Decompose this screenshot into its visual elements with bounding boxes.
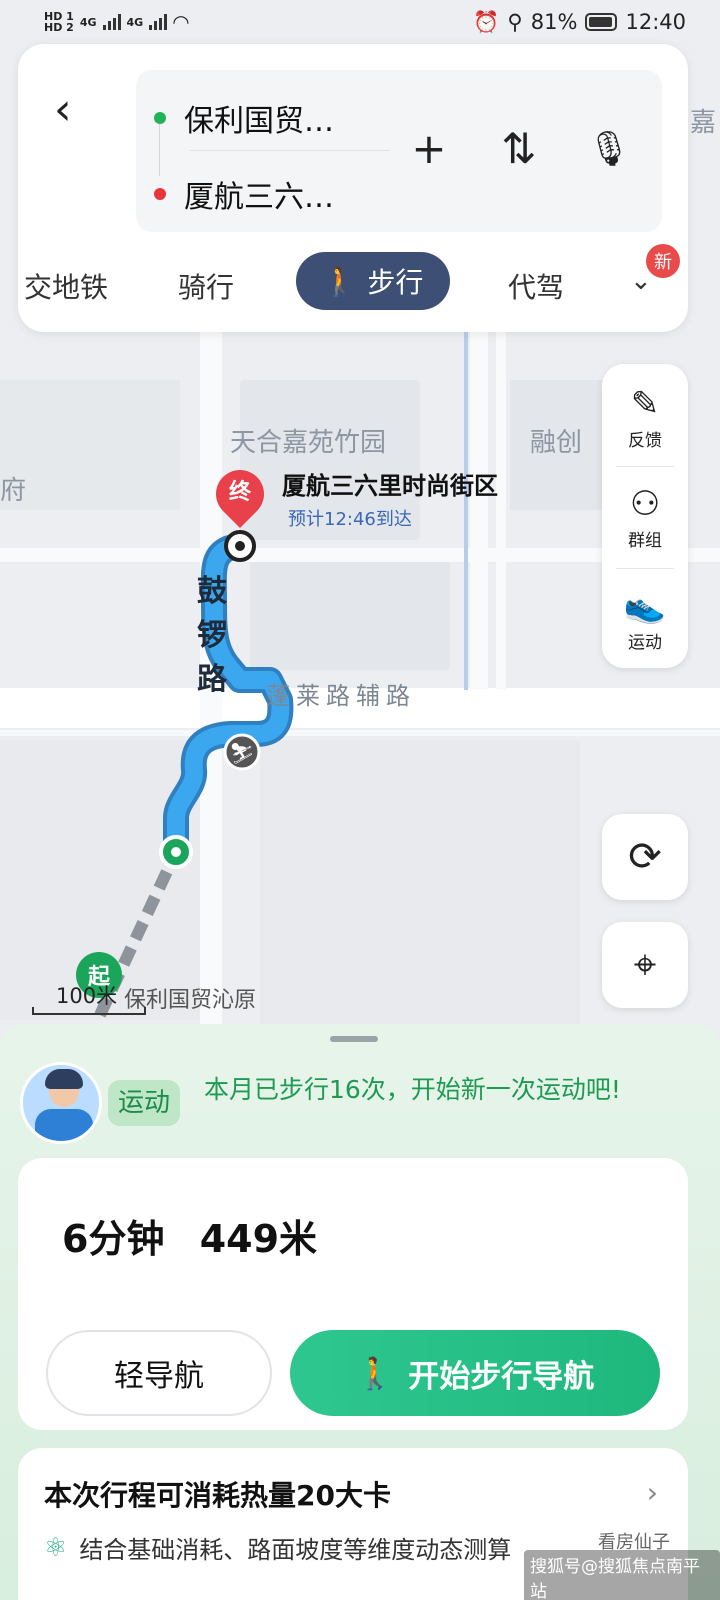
pencil-icon: ✎	[630, 384, 660, 424]
battery-percent: 81%	[530, 10, 578, 34]
origin-text: 保利国贸…	[184, 104, 334, 139]
road-label-vertical: 鼓锣路	[197, 574, 227, 697]
atom-icon: ⚛	[44, 1532, 68, 1563]
location-icon: ⚲	[507, 10, 523, 34]
origin-dot-icon	[154, 112, 166, 124]
locate-icon[interactable]: ⌖	[602, 922, 688, 1008]
trip-duration: 6分钟	[62, 1217, 165, 1261]
scale-label: 100米	[56, 984, 118, 1008]
group-label: 群组	[628, 531, 662, 551]
trip-distance: 449米	[199, 1217, 318, 1261]
destination-field[interactable]: 厦航三六…	[154, 172, 334, 216]
destination-pin-label: 终	[228, 480, 251, 505]
scale-bar	[32, 1007, 146, 1015]
divider	[190, 150, 390, 151]
tab-transit[interactable]: 交地铁	[24, 266, 108, 306]
battery-icon	[585, 13, 618, 31]
chevron-right-icon: ›	[646, 1476, 658, 1509]
route-input-box: 保利国贸… 厦航三六… + ⇅ 🎙	[136, 70, 662, 232]
signal-icon	[149, 14, 168, 30]
start-walk-nav-button[interactable]: 🚶 开始步行导航	[290, 1330, 660, 1416]
bottom-sheet: 运动 本月已步行16次，开始新一次运动吧! 6分钟 449米 轻导航 🚶 开始步…	[0, 1024, 720, 1600]
tab-cycling[interactable]: 骑行	[178, 266, 234, 306]
walking-icon: 🚶	[355, 1355, 395, 1392]
destination-name[interactable]: 厦航三六里时尚街区	[282, 466, 498, 501]
trip-summary-card: 6分钟 449米 轻导航 🚶 开始步行导航	[18, 1158, 688, 1430]
tab-walking[interactable]: 🚶 步行	[296, 252, 450, 310]
svg-text:⛷: ⛷	[229, 741, 254, 765]
map-side-toolbar: ✎ 反馈 ⚇ 群组 👟 运动	[602, 364, 688, 668]
swap-icon[interactable]: ⇅	[492, 124, 546, 173]
sport-tag: 运动	[108, 1080, 181, 1126]
calorie-subtitle: ⚛ 结合基础消耗、路面坡度等维度动态测算	[44, 1530, 511, 1565]
feedback-button[interactable]: ✎ 反馈	[602, 382, 688, 451]
status-bar: HD 1 HD 2 4G 4G ◠ ⏰ ⚲ 81% 12:40	[0, 0, 720, 44]
calorie-title: 本次行程可消耗热量20大卡	[44, 1479, 391, 1512]
trip-stats: 6分钟 449米	[62, 1208, 339, 1263]
add-waypoint-icon[interactable]: +	[402, 124, 456, 173]
status-right: ⏰ ⚲ 81% 12:40	[473, 10, 686, 35]
tab-driver[interactable]: 代驾	[508, 266, 564, 306]
alarm-icon: ⏰	[473, 9, 500, 34]
destination-dot-icon	[154, 188, 166, 200]
hd-indicator: HD 1 HD 2	[44, 11, 74, 33]
poi-label: 嘉	[690, 108, 717, 138]
road-label: 蓬莱路辅路	[266, 682, 416, 710]
group-icon: ⚇	[629, 484, 661, 524]
tab-walking-label: 步行	[367, 266, 424, 299]
group-button[interactable]: ⚇ 群组	[602, 482, 688, 551]
net1-label: 4G	[79, 15, 97, 29]
destination-text: 厦航三六…	[184, 180, 334, 215]
sport-button[interactable]: 👟 运动	[602, 584, 688, 653]
light-nav-button[interactable]: 轻导航	[46, 1330, 272, 1416]
origin-field[interactable]: 保利国贸…	[154, 96, 334, 140]
running-shoe-icon: 👟	[623, 586, 667, 626]
signal-icon	[102, 14, 121, 30]
wifi-icon: ◠	[173, 10, 189, 34]
poi-label: 融创	[530, 428, 583, 458]
start-nav-label: 开始步行导航	[408, 1358, 595, 1395]
poi-label: 府	[0, 476, 27, 506]
travel-mode-tabs: 交地铁 骑行 🚶 步行 代驾 ⌄ 新	[18, 244, 688, 314]
watermark: 搜狐号@搜狐焦点南平站	[524, 1550, 720, 1600]
sport-message: 本月已步行16次，开始新一次运动吧!	[204, 1075, 621, 1104]
net2-label: 4G	[126, 15, 144, 29]
destination-eta: 预计12:46到达	[288, 509, 412, 530]
feedback-label: 反馈	[628, 431, 662, 451]
signal-group: HD 1 HD 2 4G 4G ◠	[44, 10, 189, 34]
avatar[interactable]	[20, 1062, 102, 1144]
back-icon[interactable]: ‹	[54, 82, 94, 138]
refresh-icon[interactable]: ⟳	[602, 814, 688, 900]
microphone-icon[interactable]: 🎙	[582, 129, 636, 169]
route-actions: + ⇅ 🎙	[402, 124, 636, 173]
route-card: ‹ 保利国贸… 厦航三六… + ⇅ 🎙 交地铁 骑行 🚶 步行 代驾 ⌄ 新	[18, 44, 688, 332]
new-badge: 新	[646, 244, 680, 278]
calorie-subtitle-text: 结合基础消耗、路面坡度等维度动态测算	[79, 1536, 512, 1564]
divider	[616, 568, 674, 569]
walking-icon: 🚶	[322, 264, 358, 298]
sport-label: 运动	[628, 633, 662, 653]
clock: 12:40	[625, 10, 686, 34]
poi-label: 天合嘉苑竹园	[230, 428, 387, 458]
hd2-label: HD 2	[44, 21, 74, 34]
sheet-drag-handle[interactable]	[330, 1036, 378, 1042]
divider	[616, 466, 674, 467]
